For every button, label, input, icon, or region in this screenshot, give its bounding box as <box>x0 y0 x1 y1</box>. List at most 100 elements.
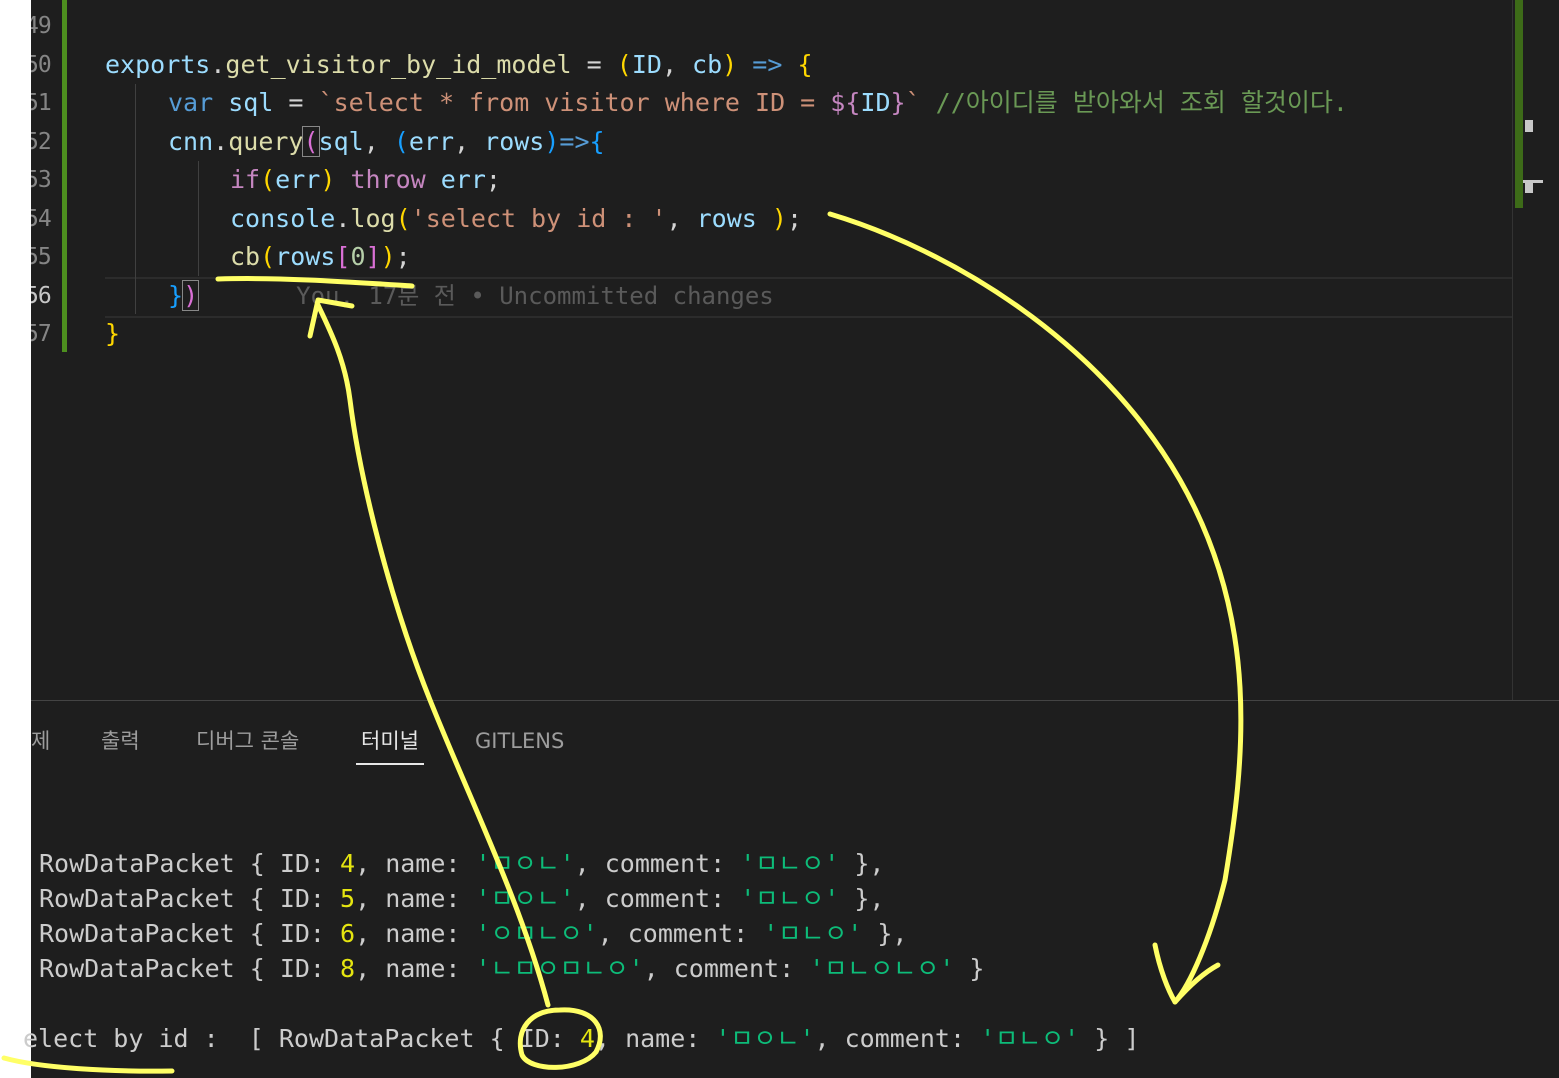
terminal-line-result: elect by id : [ RowDataPacket { ID: 4, n… <box>23 1021 1139 1056</box>
line-number: 51 <box>31 90 52 116</box>
code-token: } <box>105 319 121 348</box>
terminal-text: }, <box>839 884 885 913</box>
bottom-panel: 제 출력 디버그 콘솔 터미널 GITLENS RowDataPacket { … <box>23 700 1559 1078</box>
line-number: 54 <box>31 206 52 232</box>
code-token: ) <box>182 280 200 311</box>
terminal-string: 'ㅁㅇㄴ' <box>475 884 575 913</box>
line-number: 50 <box>31 52 52 78</box>
terminal-line: RowDataPacket { ID: 8, name: 'ㄴㅁㅇㅁㄴㅇ', c… <box>39 951 984 986</box>
terminal-text: }, <box>862 919 908 948</box>
tab-problems[interactable]: 제 <box>31 723 50 763</box>
code-line-50[interactable]: exports.get_visitor_by_id_model = (ID, c… <box>105 46 813 84</box>
code-token: cnn <box>168 127 214 156</box>
code-token: , <box>666 204 697 233</box>
terminal-text: RowDataPacket { ID: <box>39 884 341 913</box>
code-token: cb <box>230 242 261 271</box>
code-token: => <box>559 127 590 156</box>
code-token: ) <box>722 50 738 79</box>
terminal-text: elect by id : [ RowDataPacket { ID: <box>23 1024 580 1053</box>
indent-guide <box>135 84 136 314</box>
code-token: ) <box>380 242 396 271</box>
tab-debug-console[interactable]: 디버그 콘솔 <box>196 723 299 763</box>
code-token: . <box>213 127 229 156</box>
terminal-string: 'ㅇㅁㄴㅇ' <box>475 919 598 948</box>
code-token: ID <box>631 50 662 79</box>
line-number: 49 <box>31 13 52 39</box>
code-line-53[interactable]: if(err) throw err; <box>230 161 501 199</box>
code-editor[interactable]: 49 50 51 52 53 54 55 56 57 exports.get_v… <box>31 0 1559 700</box>
code-token: 0 <box>350 242 366 271</box>
code-token: var <box>168 88 214 117</box>
code-line-54[interactable]: console.log('select by id : ', rows ); <box>230 200 802 238</box>
git-added-indicator <box>62 0 67 352</box>
terminal-text: , comment: <box>814 1024 981 1053</box>
code-token: , <box>363 127 394 156</box>
tab-output[interactable]: 출력 <box>101 723 140 763</box>
code-token: exports <box>105 50 211 79</box>
scrollbar-marker <box>1525 181 1533 193</box>
code-token: . <box>210 50 226 79</box>
terminal-string: 'ㄴㅁㅇㅁㄴㅇ' <box>475 954 644 983</box>
code-token: ( <box>260 242 276 271</box>
terminal-string: 'ㅁㄴㅇ' <box>740 884 840 913</box>
code-token: rows <box>275 242 336 271</box>
terminal-text: RowDataPacket { ID: <box>39 849 341 878</box>
terminal-text: , name: <box>594 1024 716 1053</box>
code-token: ( <box>616 50 632 79</box>
code-line-56[interactable]: }) You, 17분 전 • Uncommitted changes <box>168 277 774 315</box>
terminal-text: , name: <box>355 849 476 878</box>
terminal-text: , name: <box>355 884 476 913</box>
code-line-52[interactable]: cnn.query(sql, (err, rows)=>{ <box>168 123 605 161</box>
editor-scrollbar[interactable] <box>1512 0 1559 700</box>
code-token: { <box>797 50 813 79</box>
code-token: } <box>168 281 184 310</box>
tab-terminal[interactable]: 터미널 <box>356 723 424 765</box>
terminal-text: , comment: <box>597 919 764 948</box>
terminal-number: 5 <box>340 884 356 913</box>
line-number: 57 <box>31 321 52 347</box>
line-number: 53 <box>31 167 52 193</box>
code-token: = <box>273 88 319 117</box>
code-token: log <box>350 204 396 233</box>
code-token: console <box>230 204 336 233</box>
code-token: query <box>228 127 304 156</box>
tab-gitlens[interactable]: GITLENS <box>475 723 564 763</box>
code-token: = <box>571 50 617 79</box>
terminal-line: RowDataPacket { ID: 4, name: 'ㅁㅇㄴ', comm… <box>39 846 884 881</box>
code-line-55[interactable]: cb(rows[0]); <box>230 238 411 276</box>
code-token: get_visitor_by_id_model <box>225 50 572 79</box>
code-token: ; <box>786 204 803 233</box>
terminal-string: 'ㅁㄴㅇ' <box>740 849 840 878</box>
terminal-string: 'ㅁㄴㅇㄴㅇ' <box>809 954 955 983</box>
code-token: rows <box>484 127 545 156</box>
code-token: { <box>589 127 605 156</box>
terminal-text: , name: <box>355 954 476 983</box>
code-token: cb <box>692 50 723 79</box>
code-token: => <box>737 50 798 79</box>
code-token: ( <box>393 127 409 156</box>
terminal-line: RowDataPacket { ID: 5, name: 'ㅁㅇㄴ', comm… <box>39 881 884 916</box>
code-token: , <box>661 50 693 79</box>
terminal-string: 'ㅁㅇㄴ' <box>475 849 575 878</box>
code-comment: //아이디를 받아와서 조회 할것이다. <box>920 88 1348 117</box>
code-token: `select * from visitor where ID = <box>318 88 831 117</box>
code-token: ( <box>302 126 320 157</box>
code-token: [ <box>335 242 351 271</box>
indent-guide <box>198 161 199 276</box>
code-token: sql <box>318 127 364 156</box>
terminal-text: , comment: <box>574 884 741 913</box>
code-line-57[interactable]: } <box>105 315 120 353</box>
code-token: err <box>408 127 455 156</box>
code-line-51[interactable]: var sql = `select * from visitor where I… <box>168 84 1348 122</box>
line-number-current: 56 <box>31 283 52 309</box>
code-token: err <box>275 165 321 194</box>
scrollbar-git-marker <box>1515 0 1523 208</box>
code-token: err <box>425 165 486 194</box>
terminal-text: , comment: <box>574 849 741 878</box>
code-token: ; <box>485 165 501 194</box>
code-token: ( <box>260 165 276 194</box>
line-number: 55 <box>31 244 52 270</box>
code-token: 'select by id : ' <box>410 204 667 233</box>
code-token: } <box>890 88 906 117</box>
